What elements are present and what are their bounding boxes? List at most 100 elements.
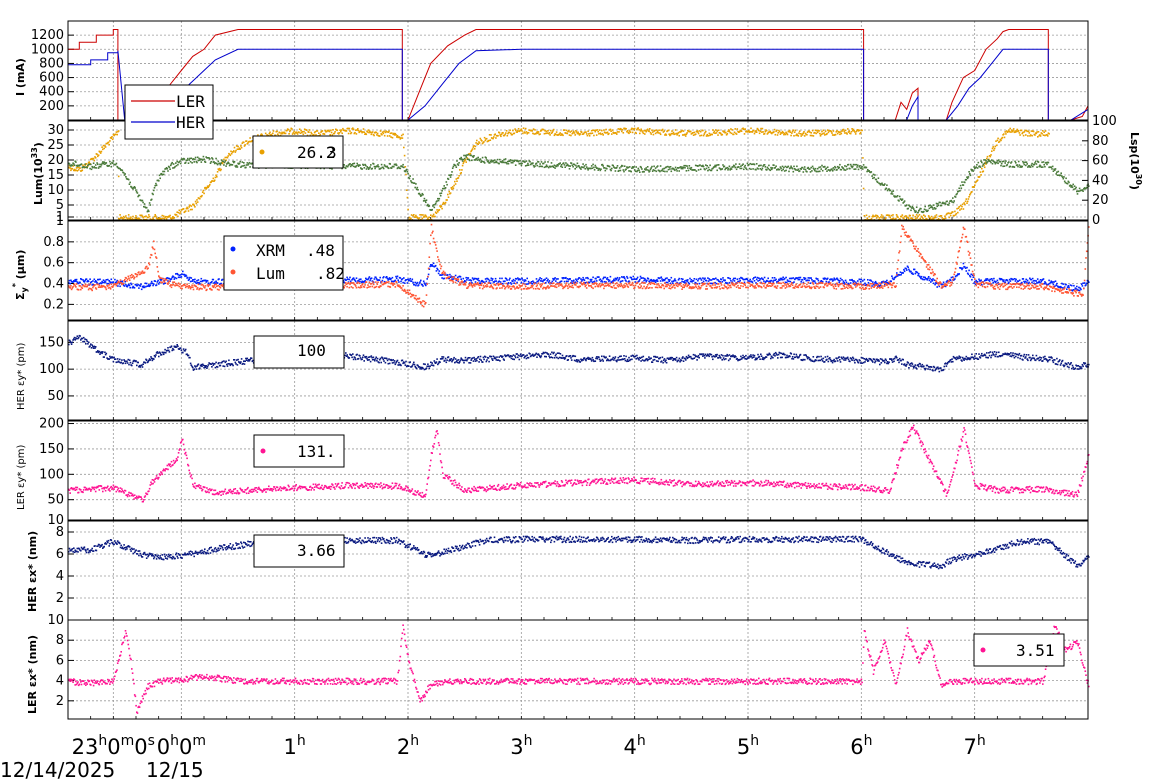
data-point bbox=[565, 276, 567, 279]
data-point bbox=[1012, 128, 1015, 130]
data-point bbox=[189, 287, 192, 290]
data-point bbox=[888, 188, 890, 190]
data-point bbox=[1004, 162, 1006, 164]
data-point bbox=[866, 170, 868, 173]
data-point bbox=[481, 140, 483, 142]
data-point bbox=[395, 281, 398, 283]
data-point bbox=[885, 217, 887, 219]
data-point bbox=[1047, 161, 1050, 164]
data-point bbox=[434, 241, 436, 244]
data-point bbox=[793, 165, 795, 168]
data-point bbox=[773, 277, 776, 279]
data-point bbox=[466, 154, 468, 156]
data-point bbox=[709, 279, 711, 281]
data-point bbox=[608, 132, 610, 135]
data-point bbox=[553, 164, 556, 167]
data-point bbox=[501, 277, 503, 280]
data-point bbox=[193, 161, 195, 163]
data-point bbox=[95, 167, 98, 169]
data-point bbox=[618, 131, 620, 133]
data-point bbox=[1078, 289, 1081, 292]
y2-tick-label: 0 bbox=[1092, 213, 1100, 228]
data-point bbox=[277, 133, 279, 135]
data-point bbox=[937, 203, 939, 205]
data-point bbox=[93, 278, 96, 281]
data-point bbox=[471, 277, 474, 279]
data-point bbox=[527, 132, 530, 134]
data-point bbox=[792, 277, 795, 279]
data-point bbox=[369, 166, 371, 168]
data-point bbox=[98, 165, 101, 168]
data-point bbox=[427, 275, 429, 278]
data-point bbox=[933, 279, 936, 281]
data-point bbox=[156, 281, 159, 283]
data-point bbox=[538, 278, 541, 281]
data-point bbox=[597, 130, 599, 133]
data-point bbox=[755, 163, 758, 165]
data-point bbox=[95, 288, 98, 290]
y-tick-label: 20 bbox=[47, 153, 64, 168]
data-point bbox=[903, 215, 906, 218]
data-point bbox=[378, 279, 381, 281]
data-point bbox=[160, 218, 163, 220]
data-point bbox=[566, 132, 569, 135]
data-point bbox=[404, 290, 407, 292]
data-point bbox=[589, 278, 592, 281]
data-point bbox=[198, 157, 200, 160]
data-point bbox=[734, 128, 736, 130]
data-point bbox=[826, 166, 829, 168]
data-point bbox=[241, 161, 244, 163]
data-point bbox=[959, 204, 962, 207]
data-point bbox=[434, 244, 437, 246]
data-point bbox=[1029, 166, 1032, 168]
data-point bbox=[1042, 278, 1045, 280]
data-point bbox=[611, 129, 614, 131]
data-point bbox=[828, 281, 830, 283]
data-point bbox=[187, 162, 190, 164]
data-point bbox=[563, 129, 566, 131]
data-point bbox=[179, 283, 181, 285]
data-point bbox=[909, 206, 912, 208]
data-point bbox=[413, 294, 415, 297]
data-point bbox=[354, 129, 357, 131]
data-point bbox=[370, 277, 373, 279]
data-point bbox=[500, 133, 503, 136]
data-point bbox=[610, 169, 612, 172]
data-point bbox=[682, 166, 685, 169]
data-point bbox=[625, 128, 627, 130]
data-point bbox=[276, 130, 278, 133]
data-point bbox=[423, 300, 426, 303]
data-point bbox=[371, 285, 374, 288]
data-point bbox=[348, 286, 351, 289]
data-point bbox=[388, 277, 391, 279]
data-point bbox=[690, 166, 693, 169]
data-point bbox=[832, 167, 835, 169]
data-point bbox=[214, 176, 217, 179]
data-point bbox=[432, 262, 435, 265]
data-point bbox=[195, 202, 198, 205]
data-point bbox=[378, 286, 381, 289]
data-point bbox=[555, 165, 558, 168]
data-point bbox=[478, 142, 481, 144]
data-point bbox=[408, 177, 411, 180]
data-point bbox=[102, 144, 105, 147]
data-point bbox=[628, 166, 631, 168]
data-point bbox=[471, 159, 473, 162]
data-point bbox=[457, 164, 460, 166]
data-point bbox=[102, 279, 105, 281]
data-point bbox=[602, 134, 604, 136]
data-point bbox=[131, 218, 134, 220]
data-point bbox=[639, 132, 641, 135]
data-point bbox=[760, 131, 763, 133]
data-point bbox=[981, 161, 983, 164]
data-point bbox=[934, 215, 936, 217]
data-point bbox=[328, 130, 331, 133]
data-point bbox=[1033, 163, 1036, 166]
data-point bbox=[935, 207, 937, 210]
data-point bbox=[84, 163, 86, 166]
data-point bbox=[991, 278, 993, 280]
data-point bbox=[229, 154, 232, 157]
data-point bbox=[524, 161, 526, 163]
data-point bbox=[362, 131, 364, 133]
data-point bbox=[934, 283, 936, 286]
